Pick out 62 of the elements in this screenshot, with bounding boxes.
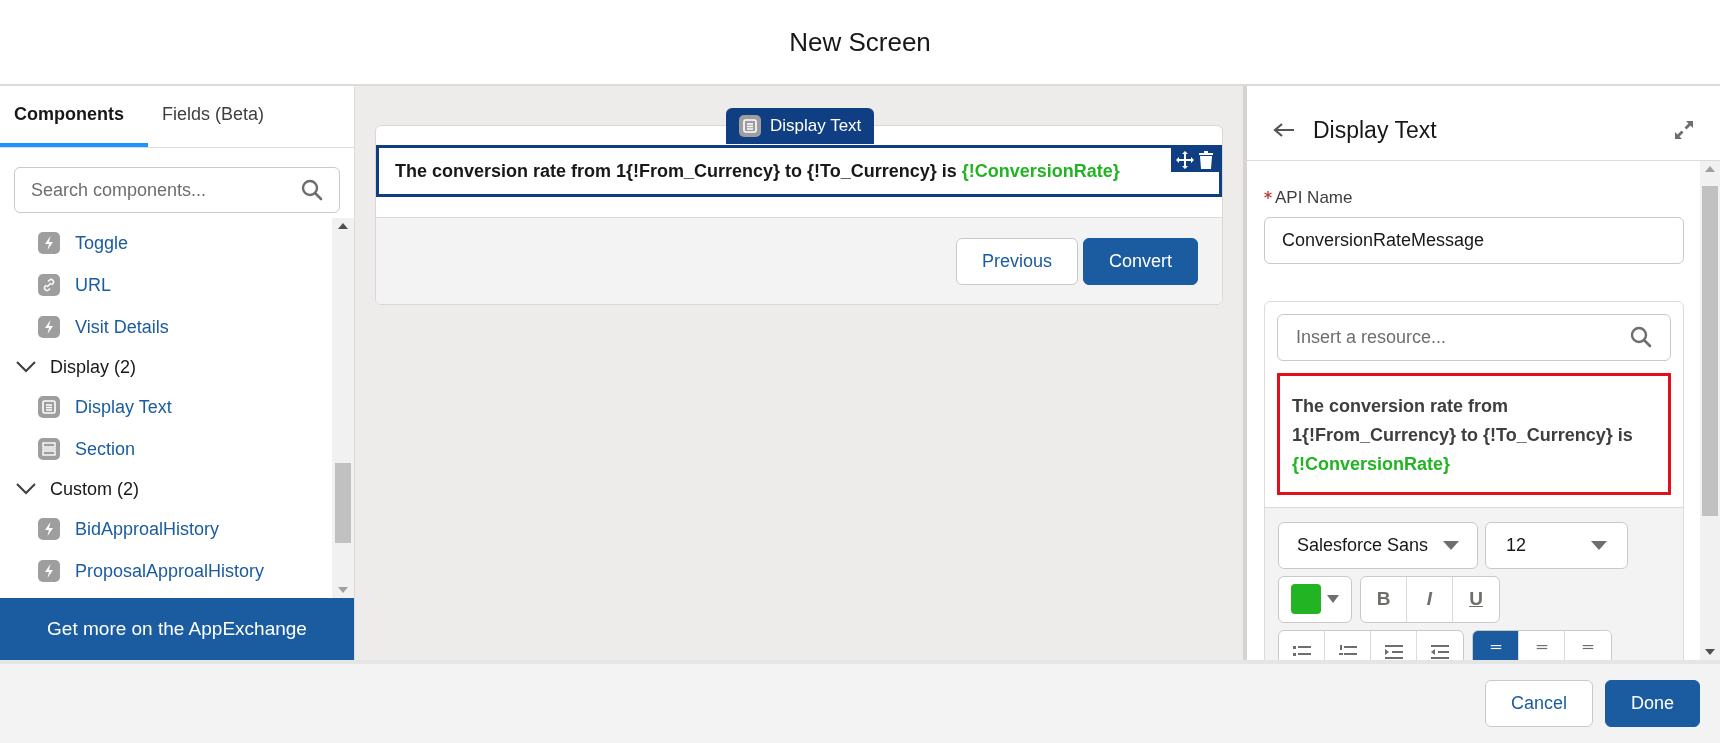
component-tag-label: Display Text (770, 115, 862, 138)
search-icon (301, 179, 323, 201)
panel-tab[interactable]: Components (0, 86, 148, 147)
caret-icon (1327, 595, 1339, 603)
bolt-icon (38, 518, 60, 540)
size-select[interactable]: 12 (1485, 521, 1628, 569)
caret-icon (1443, 540, 1459, 550)
component-item[interactable]: Section (75, 435, 136, 463)
chevron-down-icon[interactable] (16, 483, 36, 495)
bolt-icon (38, 560, 60, 582)
bullet-list-icon (1292, 644, 1311, 659)
display-text: The conversion rate from 1{!From_Currency} to {!To_Currency} is {!ConversionRate} (395, 159, 1120, 183)
expand-icon[interactable] (1674, 120, 1694, 140)
editor-text-area[interactable]: The conversion rate from 1{!From_Currency} to {!To_Currency} is {!ConversionRate} (1277, 372, 1671, 495)
cancel-button[interactable]: Cancel (1484, 680, 1593, 727)
link-icon (38, 274, 60, 296)
search-field[interactable]: Search components... (14, 167, 340, 213)
move-icon[interactable] (1176, 151, 1194, 169)
italic-button[interactable]: I (1407, 576, 1453, 622)
search-input[interactable]: Search components... (31, 176, 301, 204)
selected-component[interactable]: The conversion rate from 1{!From_Currency} to {!To_Currency} is {!ConversionRate} (376, 145, 1222, 197)
window-title: New Screen (789, 25, 931, 59)
component-item[interactable]: URL (75, 271, 111, 299)
text-lines-icon (739, 115, 761, 137)
scroll-up-icon[interactable] (338, 223, 348, 229)
caret-icon (1591, 540, 1607, 550)
resource-search-field[interactable]: Insert a resource... (1277, 313, 1671, 361)
convert-button[interactable]: Convert (1082, 237, 1198, 285)
scroll-thumb[interactable] (1702, 186, 1718, 516)
indent-icon (1384, 644, 1403, 659)
done-button[interactable]: Done (1604, 680, 1700, 727)
component-item[interactable]: Toggle (75, 229, 129, 257)
font-select[interactable]: Salesforce Sans (1278, 521, 1478, 569)
bold-button[interactable]: B (1361, 576, 1407, 622)
bolt-icon (38, 232, 60, 254)
text-color-button[interactable] (1278, 575, 1352, 623)
back-arrow-icon[interactable] (1273, 122, 1295, 138)
previous-button[interactable]: Previous (955, 237, 1078, 285)
api-name-input[interactable]: ConversionRateMessage (1264, 216, 1684, 264)
section-icon (38, 438, 60, 460)
scrollbar[interactable] (332, 218, 354, 598)
scroll-thumb[interactable] (335, 463, 351, 543)
scrollbar[interactable] (1700, 161, 1720, 660)
appexchange-button[interactable]: Get more on the AppExchange (0, 598, 354, 660)
component-item[interactable]: BidApproalHistory (75, 515, 220, 543)
chevron-down-icon[interactable] (16, 361, 36, 373)
component-item[interactable]: Display Text (75, 393, 172, 421)
panel-title: Display Text (1313, 115, 1438, 145)
component-item[interactable]: ProposalApproalHistory (75, 557, 265, 585)
outdent-icon (1431, 644, 1449, 659)
underline-button[interactable]: U (1453, 576, 1499, 622)
group-header[interactable]: Custom (2) (50, 475, 139, 503)
bolt-icon (38, 316, 60, 338)
resource-search-input[interactable]: Insert a resource... (1296, 323, 1630, 351)
component-item[interactable]: Visit Details (75, 313, 169, 341)
group-header[interactable]: Display (2) (50, 353, 137, 381)
delete-icon[interactable] (1198, 151, 1214, 169)
text-lines-icon (38, 396, 60, 418)
field-label: API Name (1275, 187, 1353, 209)
panel-tab[interactable]: Fields (Beta) (148, 86, 279, 147)
search-icon (1630, 326, 1652, 348)
scroll-down-icon[interactable] (1705, 649, 1715, 655)
